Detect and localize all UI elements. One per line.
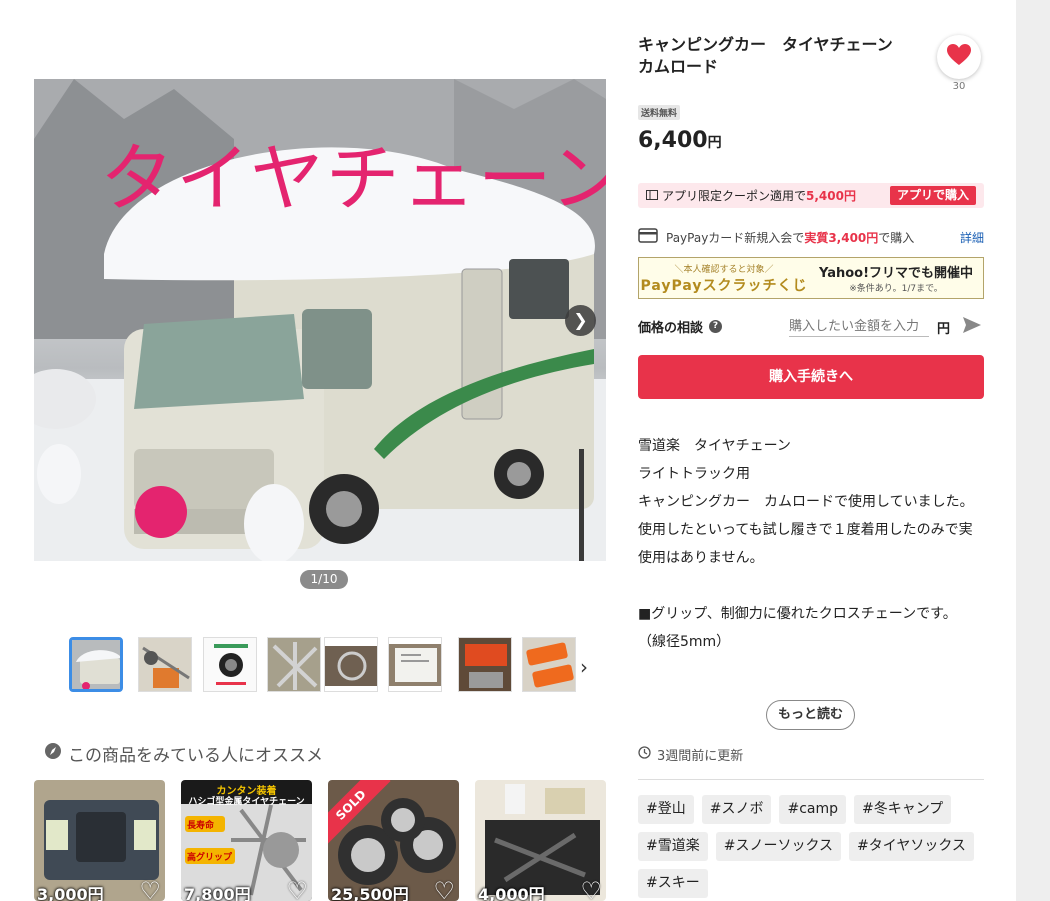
lottery-right1: Yahoo!フリマでも開催中 <box>818 266 974 281</box>
recommend-item-1[interactable]: 3,000円 ♡ <box>34 780 165 901</box>
thumbnail-5[interactable] <box>324 637 378 692</box>
like-count: 30 <box>952 81 966 92</box>
clock-icon <box>638 746 651 763</box>
description-line: ライトトラック用 <box>638 466 750 482</box>
heart-icon <box>946 43 972 71</box>
thumbnails-next-button[interactable]: › <box>580 655 588 679</box>
heart-outline-icon[interactable]: ♡ <box>433 877 455 901</box>
paypay-text-before: PayPayカード新規入会で <box>666 230 805 245</box>
product-title: キャンピングカー タイヤチェーン カムロード <box>638 35 909 76</box>
paypay-lottery-banner[interactable]: ＼本人確認すると対象／ PayPayスクラッチくじ Yahoo!フリマでも開催中… <box>638 257 984 299</box>
coupon-icon <box>646 189 658 203</box>
recommend-section-title: この商品をみている人にオススメ <box>44 741 323 766</box>
updated-text: 3週間前に更新 <box>657 749 744 764</box>
recommend-title-text: この商品をみている人にオススメ <box>68 746 323 766</box>
lottery-line1: ＼本人確認すると対象／ <box>674 264 774 275</box>
description-line: 雪道楽 タイヤチェーン <box>638 438 791 454</box>
main-photo[interactable]: タイヤチェーン <box>34 79 606 561</box>
heart-outline-icon[interactable]: ♡ <box>286 877 308 901</box>
photo-caption: タイヤチェーン <box>100 136 606 222</box>
thumbnail-4[interactable] <box>267 637 321 692</box>
price-negotiation-label: 価格の相談 ? <box>638 317 723 336</box>
description-line <box>638 572 984 600</box>
lottery-right2: ※条件あり。1/7まで。 <box>849 284 943 294</box>
product-description: 雪道楽 タイヤチェーン ライトトラック用 キャンピングカー カムロードで使用して… <box>638 432 984 656</box>
help-icon[interactable]: ? <box>709 320 723 333</box>
read-more-button[interactable]: もっと読む <box>766 700 855 730</box>
divider <box>638 779 984 780</box>
recommend-banner-line2: ハシゴ型金属タイヤチェーン <box>188 797 305 807</box>
heart-outline-icon[interactable]: ♡ <box>139 877 161 901</box>
description-line: キャンピングカー カムロードで使用していました。 <box>638 494 974 510</box>
tag[interactable]: #雪道楽 <box>638 832 708 861</box>
send-icon[interactable] <box>962 316 982 338</box>
shipping-badge: 送料無料 <box>638 105 681 120</box>
recommend-item-2[interactable]: カンタン装着 ハシゴ型金属タイヤチェーン 長寿命 高グリップ 7,800円 ♡ <box>181 780 312 901</box>
tag-list: #登山 #スノボ #camp #冬キャンプ #雪道楽 #スノーソックス #タイヤ… <box>638 795 984 898</box>
tag[interactable]: #冬キャンプ <box>854 795 952 824</box>
tag[interactable]: #スノーソックス <box>715 832 842 861</box>
app-purchase-button[interactable]: アプリで購入 <box>889 186 976 205</box>
recommend-price: 25,500円 <box>331 885 409 901</box>
recommend-price: 3,000円 <box>37 885 104 901</box>
description-line: ■グリップ、制御力に優れたクロスチェーンです。 <box>638 606 957 622</box>
paypay-card-promo: PayPayカード新規入会で実質3,400円で購入 詳細 <box>638 226 984 248</box>
price-value: 6,400 <box>638 128 708 153</box>
description-line: （線径5mm） <box>638 634 731 650</box>
like-button[interactable] <box>937 35 981 79</box>
paypay-highlight: 実質3,400円 <box>804 230 879 245</box>
chevron-right-icon: ❯ <box>573 310 588 331</box>
thumbnail-2[interactable] <box>138 637 192 692</box>
product-price: 6,400円 <box>638 128 722 153</box>
thumbnail-7[interactable] <box>458 637 512 692</box>
thumbnail-6[interactable] <box>388 637 442 692</box>
thumbnail-1[interactable] <box>69 637 123 692</box>
tag[interactable]: #スキー <box>638 869 708 898</box>
tag[interactable]: #スノボ <box>701 795 772 824</box>
heart-outline-icon[interactable]: ♡ <box>580 877 602 901</box>
recommend-item-4[interactable]: 4,000円 ♡ <box>475 780 606 901</box>
compass-icon <box>44 742 62 765</box>
recommend-label-b: 高グリップ <box>187 853 233 863</box>
price-unit: 円 <box>707 135 722 151</box>
negotiation-label-text: 価格の相談 <box>638 321 704 336</box>
coupon-banner: アプリ限定クーポン適用で 5,400円 アプリで購入 <box>638 183 984 208</box>
detail-link[interactable]: 詳細 <box>960 229 984 246</box>
credit-card-icon <box>638 228 658 246</box>
tag[interactable]: #camp <box>779 795 846 824</box>
photo-next-button[interactable]: ❯ <box>565 305 596 336</box>
tag[interactable]: #登山 <box>638 795 694 824</box>
coupon-price: 5,400円 <box>806 189 856 203</box>
purchase-button[interactable]: 購入手続きへ <box>638 355 984 399</box>
recommend-label-a: 長寿命 <box>187 821 215 831</box>
tag[interactable]: #タイヤソックス <box>849 832 974 861</box>
photo-pager: 1/10 <box>300 570 348 589</box>
chevron-right-icon: › <box>580 655 588 679</box>
coupon-text: アプリ限定クーポン適用で <box>662 189 807 203</box>
negotiation-amount-input[interactable] <box>789 316 929 337</box>
lottery-line2: PayPayスクラッチくじ <box>640 277 808 294</box>
description-line: 使用したといっても試し履きで１度着用したのみで実使用はありません。 <box>638 522 973 566</box>
thumbnail-3[interactable] <box>203 637 257 692</box>
recommend-item-3[interactable]: SOLD 25,500円 ♡ <box>328 780 459 901</box>
recommend-price: 7,800円 <box>184 885 251 901</box>
paypay-text-after: で購入 <box>878 230 915 245</box>
updated-info: 3週間前に更新 <box>638 745 743 764</box>
page: タイヤチェーン ❯ 1/10 › この商品をみている人にオススメ 3,000円 … <box>0 0 1016 901</box>
thumbnail-8[interactable] <box>522 637 576 692</box>
recommend-price: 4,000円 <box>478 885 545 901</box>
negotiation-unit: 円 <box>937 322 951 337</box>
